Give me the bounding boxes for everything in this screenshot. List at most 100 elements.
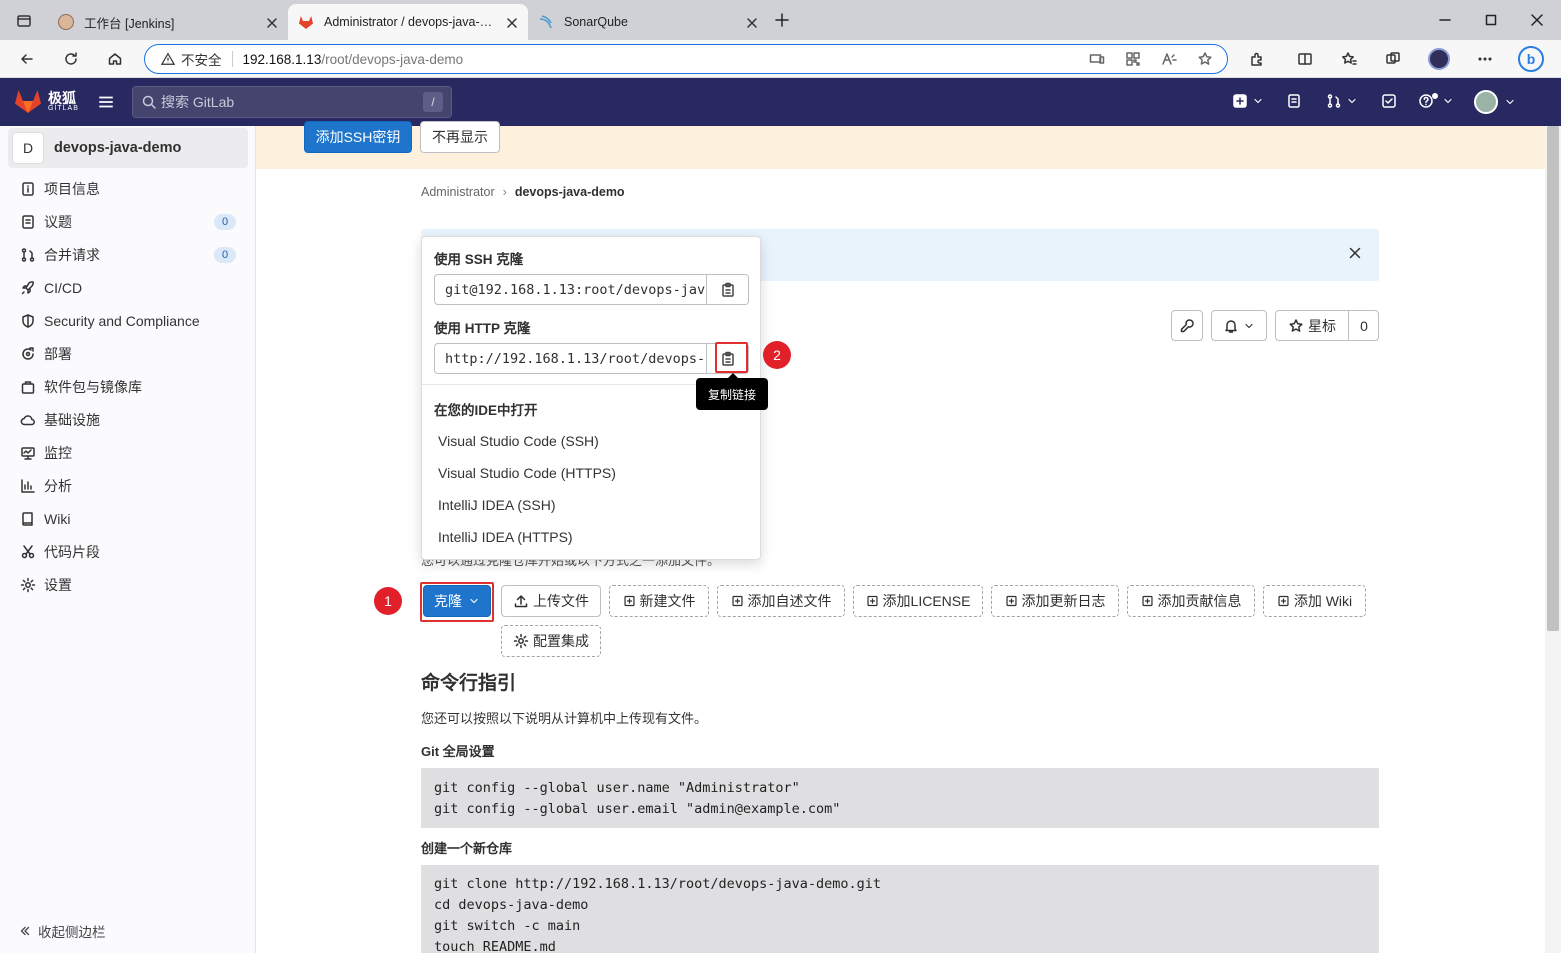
sidebar-item-packages[interactable]: 软件包与镜像库 [0,370,256,403]
sidebar-item-analytics[interactable]: 分析 [0,469,256,502]
add-license-button[interactable]: 添加LICENSE [853,585,983,617]
device-icon[interactable] [1089,51,1107,69]
ide-item-vscode-https[interactable]: Visual Studio Code (HTTPS) [438,465,616,481]
extensions-icon[interactable] [1244,46,1270,72]
collapse-sidebar-button[interactable]: 收起侧边栏 [18,921,106,941]
close-icon[interactable] [1347,245,1363,261]
ssh-url-input[interactable]: git@192.168.1.13:root/devops-java-demo.g… [435,275,706,304]
home-icon[interactable] [102,46,128,72]
favorite-add-icon[interactable] [1197,51,1215,69]
info-icon [22,181,34,196]
read-aloud-icon[interactable] [1161,51,1179,69]
merge-requests-header-icon[interactable] [1326,93,1358,109]
close-icon[interactable] [744,15,760,31]
sidebar-item-monitor[interactable]: 监控 [0,436,256,469]
insecure-label: 不安全 [181,53,222,68]
avatar-icon [1474,90,1498,114]
todo-icon[interactable] [1381,93,1397,109]
new-file-button[interactable]: 新建文件 [609,585,709,617]
sidebar-item-wiki[interactable]: Wiki [0,502,256,535]
search-input[interactable]: 搜索 GitLab / [132,86,452,118]
split-screen-icon[interactable] [1292,46,1318,72]
configure-integrations-button[interactable]: 配置集成 [501,625,601,657]
wrench-icon [1180,318,1194,332]
book-icon [22,511,33,526]
minimize-icon[interactable] [1422,0,1468,40]
collections-icon[interactable] [1380,46,1406,72]
more-icon[interactable] [1472,46,1498,72]
help-icon[interactable] [1418,93,1454,109]
sidebar-item-infrastructure[interactable]: 基础设施 [0,403,256,436]
sidebar-item-deployments[interactable]: 部署 [0,337,256,370]
gear-icon [513,633,529,649]
star-count[interactable]: 0 [1348,311,1379,340]
new-tab-icon[interactable] [774,12,790,28]
close-icon[interactable] [264,15,280,31]
dont-show-again-button[interactable]: 不再显示 [420,121,500,153]
project-avatar: D [12,132,44,164]
sidebar-project-header[interactable]: D devops-java-demo [8,128,248,168]
browser-address-bar: 不安全 192.168.1.13 /root/devops-java-demo … [0,40,1561,78]
favorites-icon[interactable] [1336,46,1362,72]
monitor-icon [21,446,35,460]
http-clone-heading: 使用 HTTP 克隆 [434,321,531,336]
tab-gitlab[interactable]: Administrator / devops-java-demo [288,4,528,40]
git-global-code: git config --global user.name "Administr… [421,768,1379,828]
issues-header-icon[interactable] [1286,93,1302,109]
double-chevron-left-icon [20,926,30,936]
page-scrollbar[interactable] [1545,126,1561,953]
scrollbar-thumb[interactable] [1547,126,1559,631]
ide-item-intellij-ssh[interactable]: IntelliJ IDEA (SSH) [438,497,555,513]
search-shortcut: / [423,92,443,112]
sidebar-item-cicd[interactable]: CI/CD [0,271,256,304]
plus-square-icon [731,595,743,607]
http-url-input[interactable]: http://192.168.1.13/root/devops-java-dem… [435,344,706,373]
breadcrumb-parent[interactable]: Administrator [421,185,495,199]
add-ssh-key-button[interactable]: 添加SSH密钥 [304,121,412,153]
sidebar-item-security[interactable]: Security and Compliance [0,304,256,337]
window-close-icon[interactable] [1514,0,1560,40]
breadcrumb-current[interactable]: devops-java-demo [515,185,625,199]
qr-icon[interactable] [1125,51,1143,69]
plus-square-icon [866,595,878,607]
bing-icon[interactable]: b [1518,46,1544,72]
ide-item-vscode-ssh[interactable]: Visual Studio Code (SSH) [438,433,599,449]
merge-requests-count-badge: 0 [214,246,236,263]
new-dropdown-icon[interactable] [1232,93,1264,109]
rocket-icon [21,280,34,294]
add-changelog-button[interactable]: 添加更新日志 [991,585,1119,617]
ssh-clone-heading: 使用 SSH 克隆 [434,252,524,267]
gear-icon [20,577,36,592]
sidebar-item-merge-requests[interactable]: 合并请求 0 [0,238,256,271]
copy-ssh-button[interactable] [706,275,748,304]
settings-wrench-button[interactable] [1171,310,1203,341]
bell-icon [1225,319,1237,333]
plus-square-icon [623,595,635,607]
gitlab-logo[interactable]: 极狐 GITLAB [14,88,79,114]
url-bar[interactable]: 不安全 192.168.1.13 /root/devops-java-demo [144,44,1228,74]
sidebar-item-project-info[interactable]: 项目信息 [0,172,256,205]
sidebar-item-issues[interactable]: 议题 0 [0,205,256,238]
add-contributing-button[interactable]: 添加贡献信息 [1127,585,1255,617]
upload-file-button[interactable]: 上传文件 [501,585,601,617]
tab-sonarqube[interactable]: SonarQube [528,4,768,40]
star-button[interactable]: 星标 0 [1275,310,1379,341]
back-icon[interactable] [14,46,40,72]
tab-jenkins[interactable]: 工作台 [Jenkins] [48,4,288,40]
profile-avatar-icon[interactable] [1426,46,1452,72]
add-wiki-button[interactable]: 添加 Wiki [1263,585,1366,617]
merge-request-icon [21,247,35,262]
close-icon[interactable] [504,15,520,31]
maximize-icon[interactable] [1468,0,1514,40]
menu-icon[interactable] [97,93,115,111]
reload-icon[interactable] [58,46,84,72]
notification-button[interactable] [1211,310,1267,341]
sidebar-item-snippets[interactable]: 代码片段 [0,535,256,568]
new-repo-heading: 创建一个新仓库 [421,841,513,856]
tab-actions-icon[interactable] [16,13,32,29]
add-readme-button[interactable]: 添加自述文件 [717,585,845,617]
ide-item-intellij-https[interactable]: IntelliJ IDEA (HTTPS) [438,529,573,545]
project-name: devops-java-demo [54,140,182,156]
sidebar-item-settings[interactable]: 设置 [0,568,256,601]
user-avatar[interactable] [1474,90,1516,114]
